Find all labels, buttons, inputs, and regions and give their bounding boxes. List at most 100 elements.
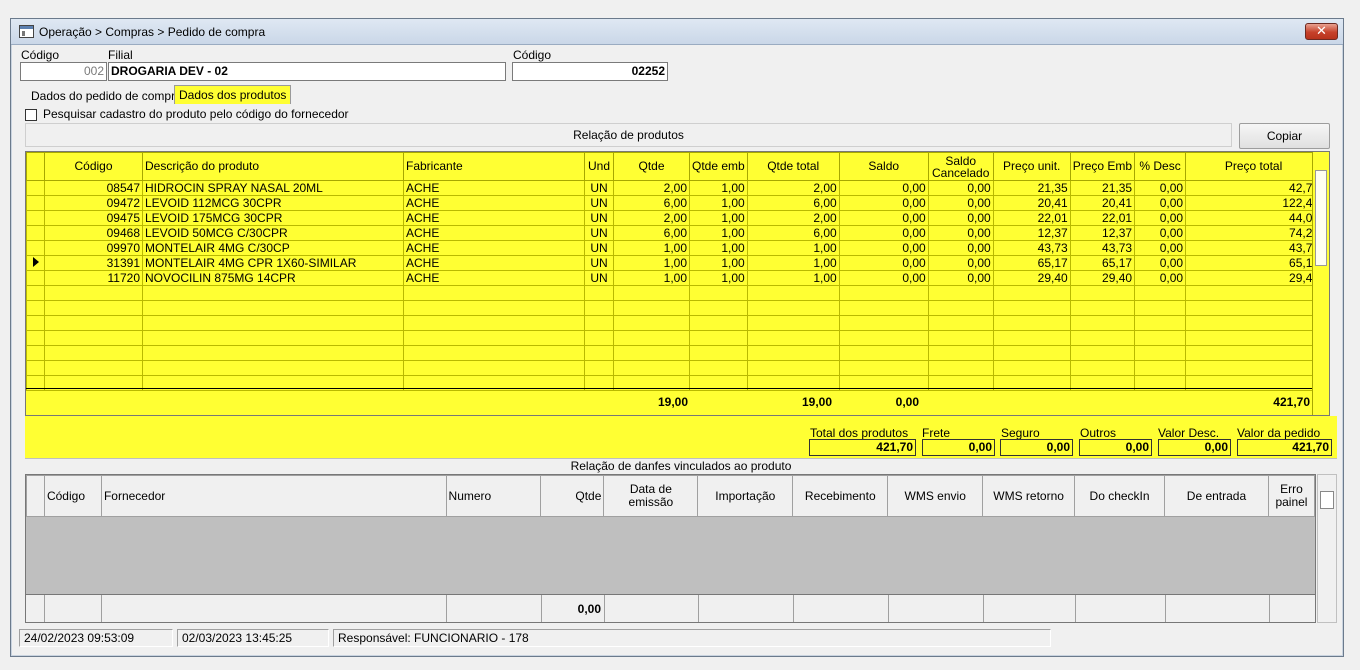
cell[interactable]: 1,00: [689, 255, 748, 271]
cell[interactable]: 1,00: [746, 270, 840, 286]
cell[interactable]: 21,35: [1069, 180, 1136, 196]
cell[interactable]: UN: [584, 225, 614, 241]
cell[interactable]: [838, 330, 929, 346]
col-header[interactable]: Qtde: [540, 475, 605, 517]
scroll-thumb[interactable]: [1315, 170, 1327, 266]
cell[interactable]: [1069, 285, 1136, 301]
cell[interactable]: 0,00: [1134, 270, 1187, 286]
cell[interactable]: [1069, 330, 1136, 346]
cell[interactable]: 0,00: [1134, 195, 1187, 211]
cell[interactable]: [584, 285, 614, 301]
empty-row[interactable]: [26, 345, 1323, 361]
cell[interactable]: [44, 300, 143, 316]
cell[interactable]: [613, 330, 690, 346]
cell[interactable]: [403, 360, 585, 376]
cell[interactable]: [44, 360, 143, 376]
tab-dados-produtos[interactable]: Dados dos produtos: [174, 85, 292, 104]
cell[interactable]: [838, 360, 929, 376]
cell[interactable]: [992, 300, 1071, 316]
cell[interactable]: 6,00: [746, 195, 840, 211]
cell[interactable]: 12,37: [1069, 225, 1136, 241]
danfes-scrollbar[interactable]: [1317, 474, 1337, 623]
cell[interactable]: 1,00: [746, 255, 840, 271]
cell[interactable]: 0,00: [1134, 255, 1187, 271]
filial-field[interactable]: DROGARIA DEV - 02: [108, 62, 506, 81]
cell[interactable]: [1069, 315, 1136, 331]
cell[interactable]: UN: [584, 270, 614, 286]
cell[interactable]: ACHE: [403, 255, 585, 271]
cell[interactable]: [403, 330, 585, 346]
empty-row[interactable]: [26, 360, 1323, 376]
col-header[interactable]: % Desc: [1134, 152, 1187, 181]
cell[interactable]: [1134, 330, 1187, 346]
cell[interactable]: [1134, 285, 1187, 301]
cell[interactable]: ACHE: [403, 225, 585, 241]
cell[interactable]: [992, 345, 1071, 361]
cell[interactable]: [142, 345, 404, 361]
col-header[interactable]: Fornecedor: [100, 475, 447, 517]
cell[interactable]: 1,00: [689, 270, 748, 286]
col-header[interactable]: WMS retorno: [982, 475, 1076, 517]
cell[interactable]: 09970: [44, 240, 143, 256]
cell[interactable]: [403, 285, 585, 301]
search-supplier-code-checkbox[interactable]: [25, 109, 37, 121]
cell[interactable]: 0,00: [1134, 240, 1187, 256]
cell[interactable]: [584, 300, 614, 316]
cell[interactable]: [142, 330, 404, 346]
row-indicator[interactable]: [26, 240, 45, 256]
col-header[interactable]: Do checkIn: [1074, 475, 1166, 517]
cell[interactable]: [44, 330, 143, 346]
cell[interactable]: [1134, 360, 1187, 376]
cell[interactable]: [838, 345, 929, 361]
col-header[interactable]: Preço unit.: [992, 152, 1071, 181]
cell[interactable]: [1134, 345, 1187, 361]
cell[interactable]: [142, 315, 404, 331]
row-indicator[interactable]: [26, 360, 45, 376]
cell[interactable]: [689, 285, 748, 301]
cell[interactable]: 0,00: [1134, 180, 1187, 196]
danfes-grid[interactable]: Código Fornecedor Numero Qtde Data de em…: [25, 474, 1316, 623]
cell[interactable]: [613, 285, 690, 301]
col-header[interactable]: WMS envio: [887, 475, 984, 517]
empty-row[interactable]: [26, 315, 1323, 331]
cell[interactable]: 0,00: [927, 180, 994, 196]
cell[interactable]: 29,40: [1069, 270, 1136, 286]
cell[interactable]: [142, 300, 404, 316]
cell[interactable]: 29,40: [992, 270, 1071, 286]
cell[interactable]: [689, 345, 748, 361]
cell[interactable]: 0,00: [838, 225, 929, 241]
seguro-field[interactable]: 0,00: [1000, 439, 1073, 456]
cell[interactable]: 0,00: [927, 270, 994, 286]
cell[interactable]: [746, 360, 840, 376]
cell[interactable]: 0,00: [927, 195, 994, 211]
cell[interactable]: 08547: [44, 180, 143, 196]
cell[interactable]: [142, 285, 404, 301]
cell[interactable]: 1,00: [689, 210, 748, 226]
cell[interactable]: 22,01: [1069, 210, 1136, 226]
col-header[interactable]: Fabricante: [403, 152, 585, 181]
col-header[interactable]: Importação: [697, 475, 794, 517]
cell[interactable]: NOVOCILIN 875MG 14CPR: [142, 270, 404, 286]
cell[interactable]: 09472: [44, 195, 143, 211]
cell[interactable]: 1,00: [689, 240, 748, 256]
cell[interactable]: [992, 285, 1071, 301]
cell[interactable]: [927, 285, 994, 301]
cell[interactable]: ACHE: [403, 210, 585, 226]
row-indicator[interactable]: [26, 195, 45, 211]
cell[interactable]: [1069, 345, 1136, 361]
cell[interactable]: 0,00: [1134, 225, 1187, 241]
cell[interactable]: [927, 360, 994, 376]
cell[interactable]: [689, 300, 748, 316]
cell[interactable]: LEVOID 50MCG C/30CPR: [142, 225, 404, 241]
cell[interactable]: [838, 315, 929, 331]
col-header[interactable]: Qtde emb: [689, 152, 748, 181]
frete-field[interactable]: 0,00: [922, 439, 995, 456]
cell[interactable]: MONTELAIR 4MG C/30CP: [142, 240, 404, 256]
row-indicator[interactable]: [26, 210, 45, 226]
cell[interactable]: 12,37: [992, 225, 1071, 241]
cell[interactable]: [44, 285, 143, 301]
cell[interactable]: [584, 315, 614, 331]
cell[interactable]: LEVOID 112MCG 30CPR: [142, 195, 404, 211]
cell[interactable]: [584, 330, 614, 346]
codigo-field[interactable]: 002: [20, 62, 107, 81]
